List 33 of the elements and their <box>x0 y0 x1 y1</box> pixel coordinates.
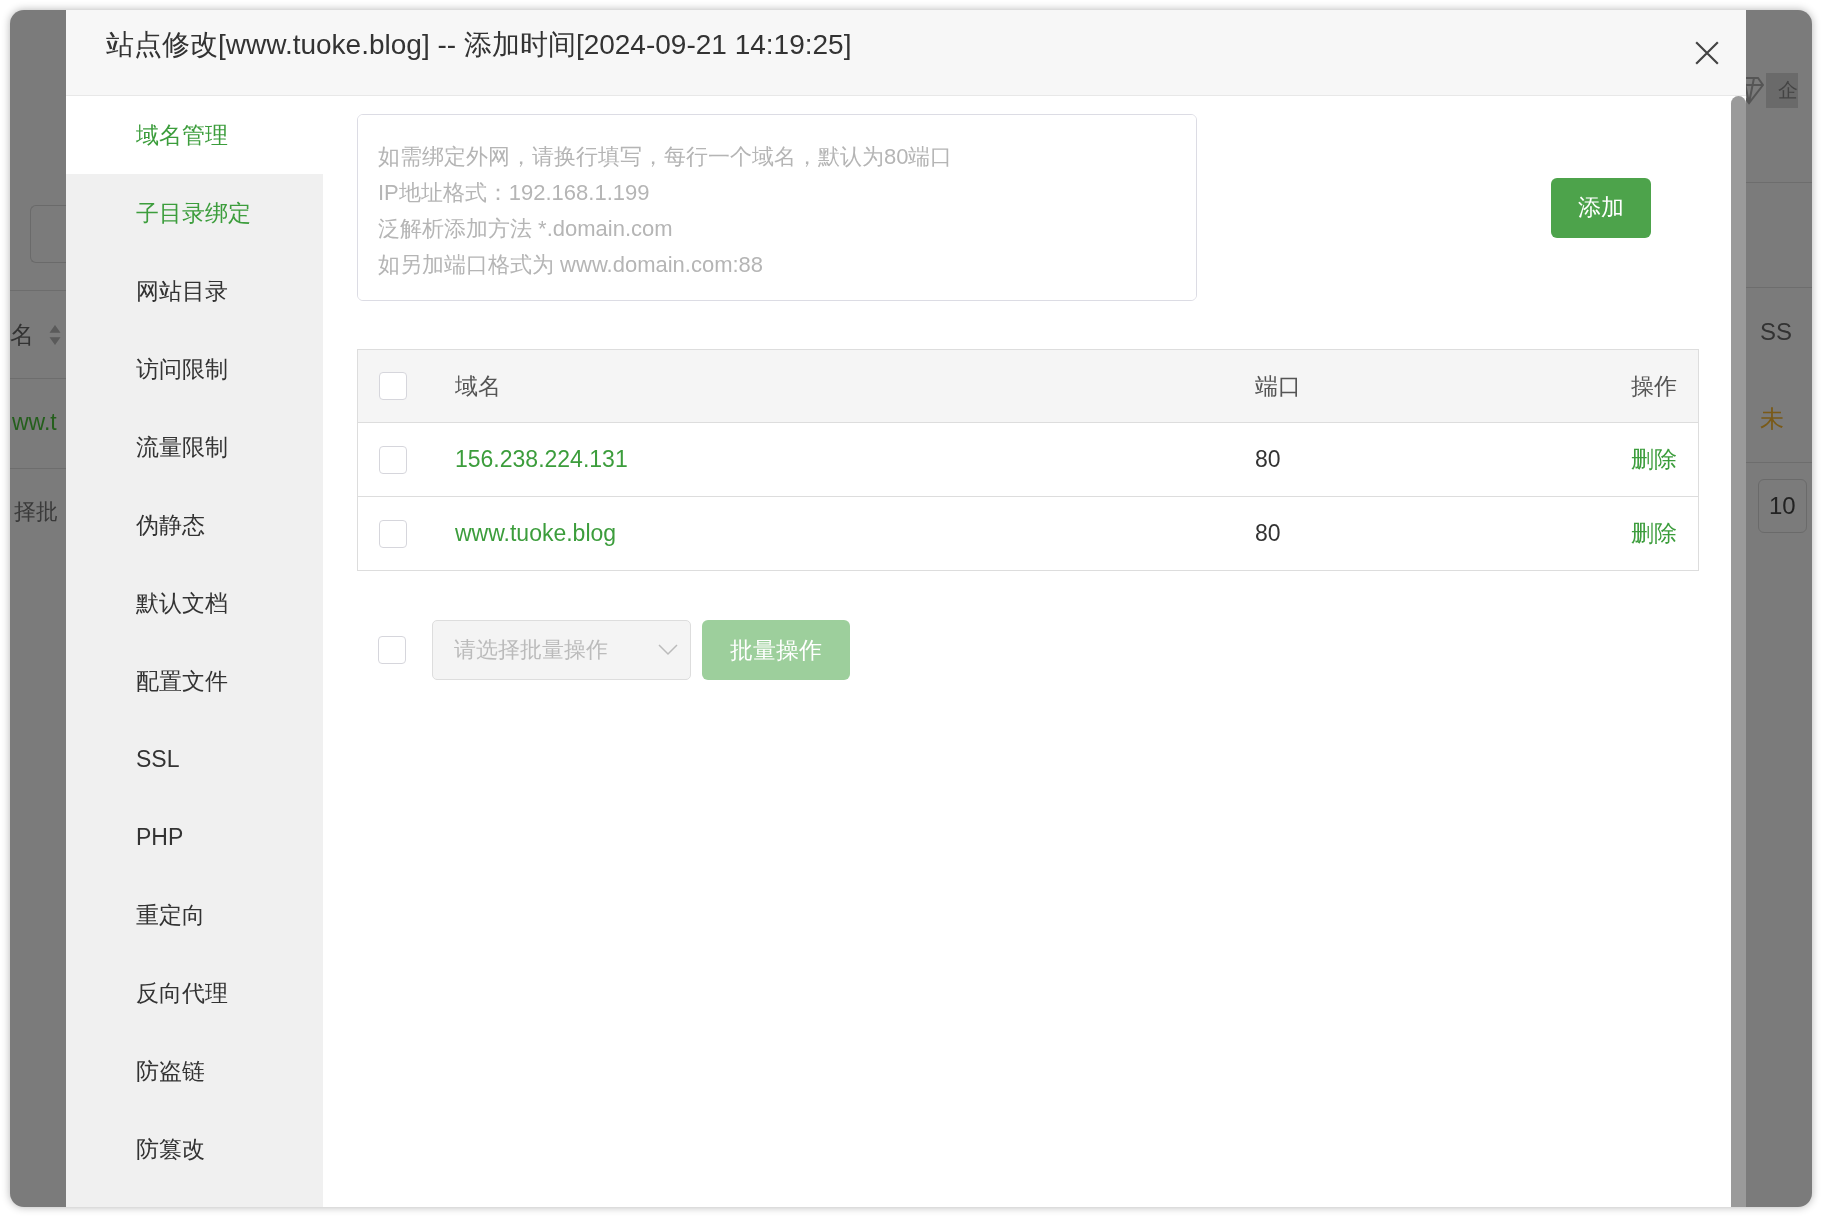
column-header: 名 <box>10 319 34 350</box>
input-field: 择批 <box>10 486 58 538</box>
checkbox[interactable] <box>379 372 407 400</box>
domain-input-field[interactable]: 如需绑定外网，请换行填写，每行一个域名，默认为80端口 IP地址格式：192.168.1.199 泛解析添加方法 *.domain.com 如另加端口格式为 www.domain.com:88 <box>357 114 1197 301</box>
dialog-title: 站点修改[www.tuoke.blog] -- 添加时间[2024-09-21 14:19:25] <box>106 27 853 62</box>
sidebar-item[interactable]: 访问限制 <box>66 330 323 408</box>
sidebar-item[interactable]: PHP <box>66 798 323 876</box>
checkbox[interactable] <box>379 519 407 548</box>
scrollbar[interactable] <box>1731 96 1746 1207</box>
port-cell-text: 80 <box>1255 446 1282 473</box>
delete-link[interactable]: 删除 <box>1627 444 1677 475</box>
checkbox[interactable] <box>379 445 407 474</box>
sidebar-item[interactable]: 重定向 <box>66 876 323 954</box>
column-header: 操作 <box>1630 371 1677 401</box>
sidebar-item[interactable]: 网站目录 <box>66 252 323 330</box>
column-header: 端口 <box>1255 371 1302 401</box>
status-text: 未 <box>1760 403 1784 434</box>
sort-icon <box>48 323 62 346</box>
port-cell-text: 80 <box>1255 520 1282 547</box>
sidebar-item[interactable]: 流量限制 <box>66 408 323 486</box>
close-icon[interactable] <box>1694 39 1720 66</box>
sidebar-item[interactable]: SSL <box>66 720 323 798</box>
caret-icon <box>658 644 678 656</box>
column-header: 域名 <box>455 371 502 401</box>
input-field: 10 <box>1758 479 1807 533</box>
sidebar-item[interactable]: 配置文件 <box>66 642 323 720</box>
sidebar-item[interactable]: 伪静态 <box>66 486 323 564</box>
delete-link[interactable]: 删除 <box>1627 518 1677 549</box>
sidebar-item[interactable]: 反向代理 <box>66 954 323 1032</box>
sidebar-item[interactable]: 防盗链 <box>66 1032 323 1110</box>
sidebar-item[interactable]: 防篡改 <box>66 1110 323 1188</box>
column-header: SS <box>1760 317 1792 346</box>
sidebar-item[interactable]: 默认文档 <box>66 564 323 642</box>
